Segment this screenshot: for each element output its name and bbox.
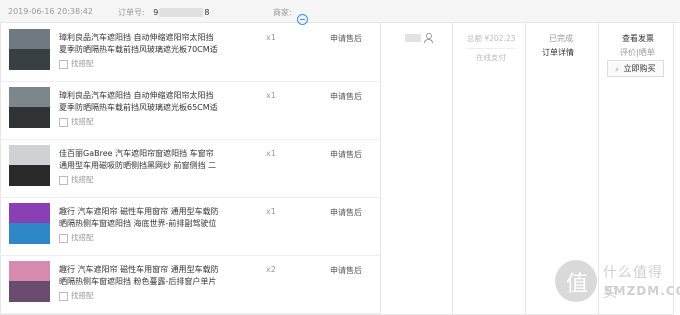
- seller-label: 商家:: [273, 8, 292, 17]
- order-header: 2019-06-16 20:38:42 订单号: 9 8 商家:: [0, 0, 680, 25]
- recipient: [405, 33, 433, 43]
- find-match-label: 找搭配: [71, 291, 94, 300]
- order-number-redacted: [159, 8, 204, 17]
- after-sales-link[interactable]: 申请售后: [330, 207, 362, 218]
- find-match-link[interactable]: 找搭配: [59, 290, 94, 301]
- product-name[interactable]: 璋利良品汽车遮阳挡 自动伸缩遮阳帘太阳挡 夏季防晒隔热车载前挡风玻璃遮光板65C…: [59, 90, 219, 114]
- product-quantity: x1: [266, 149, 276, 158]
- product-name[interactable]: 佳百丽GaBree 汽车遮阳帘窗遮阳挡 车窗帘通用型车用磁吸防晒侧挡黑网纱 前窗…: [59, 148, 219, 172]
- thumbnail-top: [9, 87, 50, 107]
- product-name[interactable]: 璋利良品汽车遮阳挡 自动伸缩遮阳帘太阳挡 夏季防晒隔热车载前挡风玻璃遮光板70C…: [59, 32, 219, 56]
- buy-again-label: 立即购买: [623, 64, 656, 73]
- review-link[interactable]: 评价|晒单: [620, 47, 655, 58]
- payment-method: 在线支付: [467, 48, 515, 63]
- thumbnail-bottom: [9, 281, 50, 302]
- product-row: 趣行 汽车遮阳帘 磁性车用窗帘 通用型车载防晒隔热侧车窗遮阳挡 粉色蔓露-后排窗…: [0, 255, 380, 314]
- product-row: 趣行 汽车遮阳帘 磁性车用窗帘 通用型车载防晒隔热侧车窗遮阳挡 海底世界-前排副…: [0, 197, 380, 256]
- order-number-prefix: 9: [153, 8, 159, 17]
- find-match-label: 找搭配: [71, 175, 94, 184]
- product-row: 璋利良品汽车遮阳挡 自动伸缩遮阳帘太阳挡 夏季防晒隔热车载前挡风玻璃遮光板70C…: [0, 23, 380, 82]
- thumbnail-top: [9, 29, 50, 49]
- thumbnail-bottom: [9, 49, 50, 70]
- after-sales-link[interactable]: 申请售后: [330, 265, 362, 276]
- thumbnail-top: [9, 261, 50, 281]
- order-number: 订单号: 9 8: [118, 7, 209, 18]
- find-match-label: 找搭配: [71, 59, 94, 68]
- find-match-link[interactable]: 找搭配: [59, 232, 94, 243]
- product-name[interactable]: 趣行 汽车遮阳帘 磁性车用窗帘 通用型车载防晒隔热侧车窗遮阳挡 粉色蔓露-后排窗…: [59, 264, 219, 288]
- user-icon: [424, 33, 433, 43]
- product-thumbnail[interactable]: [9, 203, 50, 244]
- product-name[interactable]: 趣行 汽车遮阳帘 磁性车用窗帘 通用型车载防晒隔热侧车窗遮阳挡 海底世界-前排副…: [59, 206, 219, 230]
- buy-again-button[interactable]: 立即购买: [607, 60, 664, 78]
- order-status: 已完成: [549, 34, 573, 43]
- product-quantity: x1: [266, 91, 276, 100]
- product-quantity: x2: [266, 265, 276, 274]
- product-quantity: x1: [266, 33, 276, 42]
- after-sales-link[interactable]: 申请售后: [330, 33, 362, 44]
- after-sales-link[interactable]: 申请售后: [330, 91, 362, 102]
- order-detail-link[interactable]: 订单详情: [542, 47, 574, 58]
- watermark-domain: SMZDM.COM: [604, 284, 680, 298]
- thumbnail-top: [9, 203, 50, 223]
- match-icon: [59, 233, 68, 243]
- product-thumbnail[interactable]: [9, 87, 50, 128]
- after-sales-link[interactable]: 申请售后: [330, 149, 362, 160]
- order-total: 总额 ¥202.23: [467, 34, 516, 43]
- watermark-logo-char: 值: [566, 272, 589, 297]
- divider: [380, 23, 381, 314]
- match-icon: [59, 291, 68, 301]
- thumbnail-bottom: [9, 165, 50, 186]
- product-thumbnail[interactable]: [9, 261, 50, 302]
- find-match-label: 找搭配: [71, 117, 94, 126]
- recipient-redacted: [405, 33, 421, 42]
- smzdm-watermark: 值 什么值得买 SMZDM.COM: [555, 258, 680, 308]
- lightning-icon: [615, 63, 622, 78]
- thumbnail-bottom: [9, 223, 50, 244]
- product-thumbnail[interactable]: [9, 145, 50, 186]
- product-thumbnail[interactable]: [9, 29, 50, 70]
- order-number-label: 订单号:: [118, 8, 145, 17]
- divider: [525, 23, 526, 314]
- find-match-label: 找搭配: [71, 233, 94, 242]
- thumbnail-bottom: [9, 107, 50, 128]
- order-number-suffix: 8: [204, 8, 210, 17]
- find-match-link[interactable]: 找搭配: [59, 174, 94, 185]
- thumbnail-top: [9, 145, 50, 165]
- match-icon: [59, 117, 68, 127]
- watermark-logo: 值: [555, 260, 597, 302]
- view-invoice-link[interactable]: 查看发票: [622, 33, 654, 44]
- seller: 商家:: [273, 7, 309, 25]
- order-datetime: 2019-06-16 20:38:42: [8, 7, 93, 16]
- product-quantity: x1: [266, 207, 276, 216]
- match-icon: [59, 175, 68, 185]
- find-match-link[interactable]: 找搭配: [59, 116, 94, 127]
- divider: [452, 23, 453, 314]
- find-match-link[interactable]: 找搭配: [59, 58, 94, 69]
- product-row: 璋利良品汽车遮阳挡 自动伸缩遮阳帘太阳挡 夏季防晒隔热车载前挡风玻璃遮光板65C…: [0, 81, 380, 140]
- match-icon: [59, 59, 68, 69]
- product-row: 佳百丽GaBree 汽车遮阳帘窗遮阳挡 车窗帘通用型车用磁吸防晒侧挡黑网纱 前窗…: [0, 139, 380, 198]
